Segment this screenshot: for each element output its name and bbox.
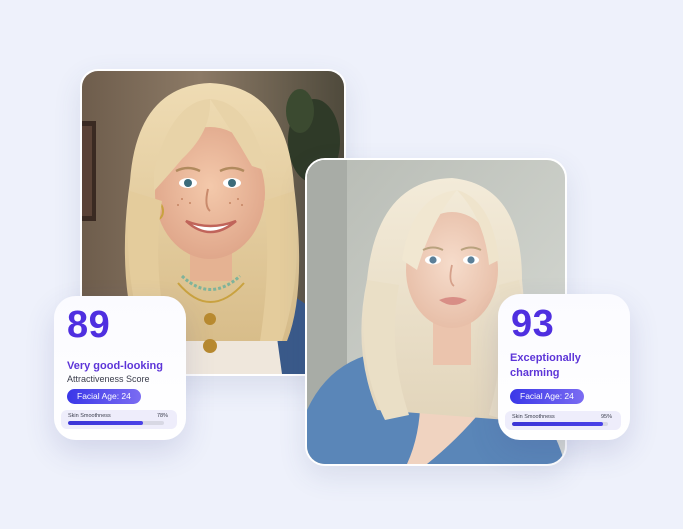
score-caption: Attractiveness Score: [67, 374, 150, 384]
attractiveness-score: 93: [511, 303, 555, 345]
metric-label: Skin Smoothness: [512, 414, 555, 420]
skin-smoothness-metric: Skin Smoothness 95%: [505, 411, 621, 430]
facial-age-badge: Facial Age: 24: [510, 389, 584, 404]
facial-age-badge: Facial Age: 24: [67, 389, 141, 404]
score-card-1: 89 Very good-looking Attractiveness Scor…: [54, 296, 186, 440]
progress-fill: [68, 421, 143, 425]
metric-percent: 95%: [600, 414, 612, 420]
metric-label: Skin Smoothness: [68, 413, 111, 419]
progress-track: [512, 422, 608, 426]
verdict-label: Very good-looking: [67, 360, 163, 372]
metric-percent: 78%: [156, 413, 168, 419]
attractiveness-score: 89: [67, 304, 111, 346]
skin-smoothness-metric: Skin Smoothness 78%: [61, 410, 177, 429]
progress-fill: [512, 422, 604, 426]
verdict-label: Exceptionally charming: [510, 352, 581, 379]
progress-track: [68, 421, 164, 425]
score-card-2: 93 Exceptionally charming Facial Age: 24…: [498, 294, 630, 440]
